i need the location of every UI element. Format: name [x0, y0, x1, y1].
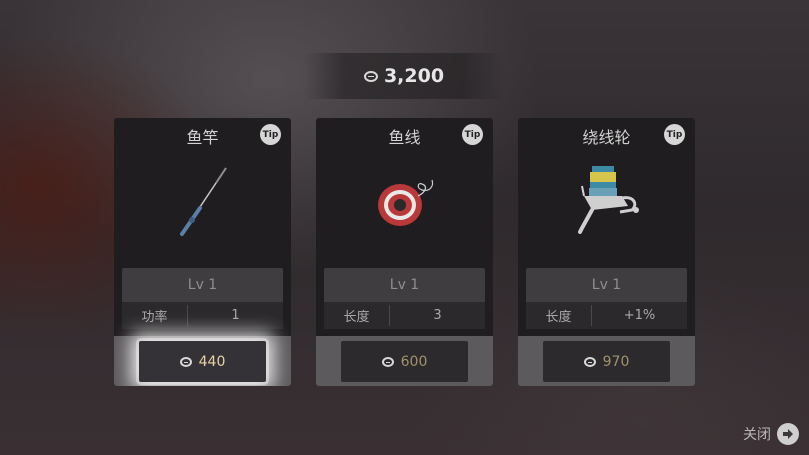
close-label: 关闭	[743, 427, 771, 443]
stat-label: 长度	[545, 310, 572, 325]
currency-amount: 3,200	[383, 65, 445, 87]
stat-row: 功率 1	[122, 302, 283, 329]
upgrade-price: 440	[198, 353, 226, 370]
stat-row: 长度 3	[324, 302, 485, 329]
buy-area: 440	[114, 336, 291, 386]
buy-area: 970	[518, 336, 695, 386]
stat-value: 1	[231, 308, 240, 323]
coin-icon	[381, 356, 394, 367]
level-label: Lv 1	[526, 268, 687, 302]
upgrade-price: 600	[400, 353, 428, 370]
tip-button[interactable]: Tip	[260, 124, 281, 145]
tip-button[interactable]: Tip	[664, 124, 685, 145]
fishing-reel-icon	[577, 166, 639, 234]
upgrade-card-line: 鱼线 Tip Lv 1 长度 3 600	[316, 118, 493, 386]
coin-icon	[363, 70, 378, 82]
arrow-right-icon	[777, 423, 799, 445]
upgrade-card-rod: 鱼竿 Tip Lv 1 功率 1 440	[114, 118, 291, 386]
stat-label: 功率	[141, 310, 168, 325]
upgrade-button[interactable]: 970	[543, 341, 670, 382]
buy-area: 600	[316, 336, 493, 386]
close-button[interactable]: 关闭	[743, 423, 799, 445]
coin-icon	[583, 356, 596, 367]
upgrade-button[interactable]: 440	[139, 341, 266, 382]
fishing-rod-icon	[179, 167, 227, 236]
stat-value: 3	[433, 308, 442, 323]
upgrade-card-reel: 绕线轮 Tip Lv 1 长度 +1% 970	[518, 118, 695, 386]
upgrade-button[interactable]: 600	[341, 341, 468, 382]
level-label: Lv 1	[324, 268, 485, 302]
stat-label: 长度	[343, 310, 370, 325]
fishing-line-spool-icon	[377, 179, 433, 226]
stat-value: +1%	[623, 308, 656, 323]
tip-button[interactable]: Tip	[462, 124, 483, 145]
currency-display: 3,200	[305, 53, 503, 99]
upgrade-price: 970	[602, 353, 630, 370]
coin-icon	[179, 356, 192, 367]
level-label: Lv 1	[122, 268, 283, 302]
stat-row: 长度 +1%	[526, 302, 687, 329]
